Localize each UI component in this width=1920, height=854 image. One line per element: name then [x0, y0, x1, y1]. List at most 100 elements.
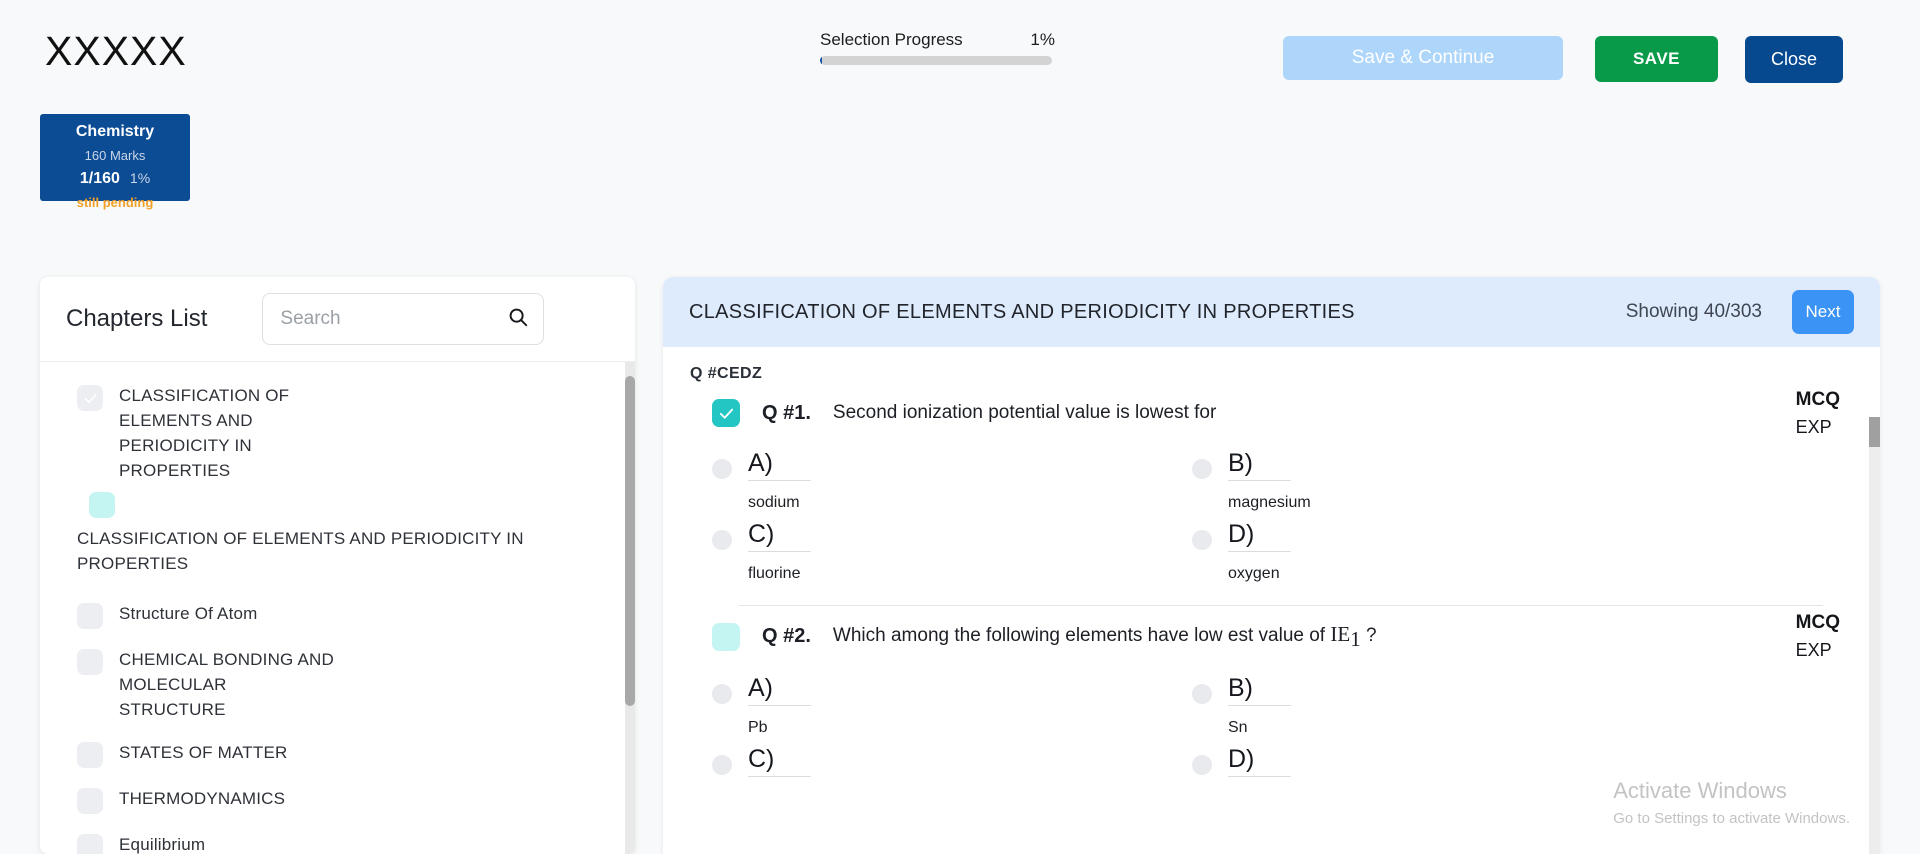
option-radio-icon[interactable]: [712, 683, 732, 704]
question-tags: MCQ EXP: [1796, 612, 1840, 661]
question-checkbox-unselected-icon[interactable]: [712, 622, 740, 651]
option-value: fluorine: [748, 565, 801, 582]
subject-card-chemistry[interactable]: Chemistry 160 Marks 1/160 1% still pendi…: [40, 114, 190, 210]
question-number: Q #1.: [762, 401, 811, 424]
subject-total-marks: 160 Marks: [84, 148, 146, 163]
option-letter: A): [748, 449, 811, 481]
close-button[interactable]: Close: [1745, 36, 1843, 83]
question-math-subscript: 1: [1350, 626, 1361, 651]
chapter-item-0[interactable]: CLASSIFICATION OF ELEMENTS AND PERIODICI…: [40, 374, 635, 492]
chapter-item-3[interactable]: CHEMICAL BONDING AND MOLECULAR STRUCTURE: [40, 638, 635, 731]
questions-body[interactable]: Q #CEDZ Q #1. Second ionization potentia…: [663, 347, 1880, 854]
question-text: Which among the following elements have …: [833, 622, 1377, 652]
option-c[interactable]: C): [712, 737, 1192, 777]
chapter-item-5[interactable]: THERMODYNAMICS: [40, 777, 635, 823]
option-value: Sn: [1228, 718, 1248, 736]
subject-status-badge: still pending: [76, 195, 154, 210]
save-button[interactable]: SAVE: [1595, 36, 1718, 82]
option-d[interactable]: D) oxygen: [1192, 512, 1672, 583]
question-number: Q #2.: [762, 625, 811, 648]
next-button[interactable]: Next: [1792, 290, 1854, 334]
app-brand-title: XXXXX: [45, 28, 187, 74]
options-grid-2: A) Pb B) Sn C) D): [690, 656, 1853, 781]
questions-panel: CLASSIFICATION OF ELEMENTS AND PERIODICI…: [663, 277, 1880, 854]
question-block-1: Q #1. Second ionization potential value …: [663, 383, 1880, 606]
chapter-item-1-selected[interactable]: CLASSIFICATION OF ELEMENTS AND PERIODICI…: [40, 492, 635, 576]
checkbox-empty-icon[interactable]: [77, 834, 103, 854]
question-row: Q #2. Which among the following elements…: [690, 606, 1853, 660]
question-math-symbol: IE: [1330, 622, 1351, 646]
option-value: sodium: [748, 494, 800, 511]
chapter-item-4[interactable]: STATES OF MATTER: [40, 731, 635, 777]
chapter-label: THERMODYNAMICS: [119, 789, 286, 808]
search-icon[interactable]: [507, 306, 529, 333]
option-radio-icon[interactable]: [712, 530, 732, 550]
chapters-scrollbar-thumb[interactable]: [625, 376, 635, 706]
chapter-item-6[interactable]: Equilibrium: [40, 823, 635, 854]
question-text-after: ?: [1360, 625, 1377, 646]
top-bar: XXXXX Selection Progress 1% Save & Conti…: [0, 0, 1920, 110]
option-letter: C): [748, 745, 811, 777]
checkbox-selected-icon[interactable]: [89, 492, 115, 518]
showing-count: Showing 40/303: [1625, 301, 1762, 322]
checkbox-empty-icon[interactable]: [77, 649, 103, 675]
question-text: Second ionization potential value is low…: [832, 402, 1217, 423]
chapter-label: CHEMICAL BONDING AND MOLECULAR STRUCTURE: [119, 650, 334, 719]
chapter-label: CLASSIFICATION OF ELEMENTS AND PERIODICI…: [119, 386, 290, 480]
selection-progress: Selection Progress 1%: [820, 30, 1055, 65]
chapter-search-box[interactable]: [262, 293, 545, 345]
option-radio-icon[interactable]: [1192, 459, 1212, 479]
option-radio-icon[interactable]: [712, 459, 732, 479]
subject-name: Chemistry: [75, 123, 155, 140]
questions-scrollbar-thumb[interactable]: [1869, 417, 1880, 447]
checkbox-empty-icon[interactable]: [77, 742, 103, 768]
checkbox-empty-icon[interactable]: [77, 603, 103, 629]
checkbox-empty-icon[interactable]: [77, 788, 103, 814]
option-radio-icon[interactable]: [1192, 530, 1212, 550]
chapter-label: STATES OF MATTER: [119, 743, 288, 762]
chapters-scrollbar[interactable]: [625, 362, 635, 854]
option-a[interactable]: A) Pb: [712, 666, 1192, 737]
chapters-scroll-area[interactable]: CLASSIFICATION OF ELEMENTS AND PERIODICI…: [40, 362, 635, 854]
chapters-header: Chapters List: [40, 277, 635, 362]
option-letter: D): [1228, 520, 1291, 552]
current-chapter-title: CLASSIFICATION OF ELEMENTS AND PERIODICI…: [689, 300, 1355, 323]
question-type-tag: MCQ: [1795, 612, 1840, 634]
option-b[interactable]: B) magnesium: [1192, 441, 1672, 512]
progress-percent: 1%: [1030, 30, 1055, 49]
chapters-list-panel: Chapters List CLASSIFICATION OF ELEMENTS…: [40, 277, 635, 854]
option-letter: C): [748, 520, 811, 552]
checkbox-checked-icon[interactable]: [77, 385, 103, 411]
progress-label: Selection Progress: [820, 30, 963, 49]
question-type-tag: MCQ: [1795, 388, 1840, 410]
search-input[interactable]: [263, 308, 484, 330]
option-radio-icon[interactable]: [1192, 754, 1212, 775]
subject-score: 1/160: [79, 170, 120, 187]
save-and-continue-button[interactable]: Save & Continue: [1283, 36, 1563, 80]
option-radio-icon[interactable]: [712, 754, 732, 775]
option-letter: A): [748, 674, 811, 706]
question-code: Q #CEDZ: [690, 365, 763, 382]
chapter-item-2[interactable]: Structure Of Atom: [40, 592, 635, 638]
option-value: magnesium: [1228, 494, 1311, 511]
option-value: oxygen: [1228, 565, 1280, 582]
option-b[interactable]: B) Sn: [1192, 666, 1672, 737]
subject-score-percent: 1%: [129, 170, 151, 186]
question-exp-tag: EXP: [1795, 416, 1832, 437]
option-radio-icon[interactable]: [1192, 683, 1212, 704]
progress-fill: [820, 56, 823, 65]
question-checkbox-selected-icon[interactable]: [712, 399, 740, 427]
question-row: Q #1. Second ionization potential value …: [690, 383, 1853, 437]
chapter-label: Equilibrium: [119, 835, 206, 854]
option-a[interactable]: A) sodium: [712, 441, 1192, 512]
questions-scrollbar[interactable]: [1869, 417, 1880, 854]
question-block-2: Q #2. Which among the following elements…: [663, 606, 1880, 781]
option-letter: B): [1228, 674, 1291, 706]
option-c[interactable]: C) fluorine: [712, 512, 1192, 583]
option-letter: B): [1228, 449, 1291, 481]
chapters-list-title: Chapters List: [66, 305, 208, 332]
question-text-before: Which among the following elements have …: [832, 625, 1331, 646]
option-d[interactable]: D): [1192, 737, 1672, 777]
progress-track: [820, 56, 1052, 65]
question-exp-tag: EXP: [1795, 640, 1832, 661]
